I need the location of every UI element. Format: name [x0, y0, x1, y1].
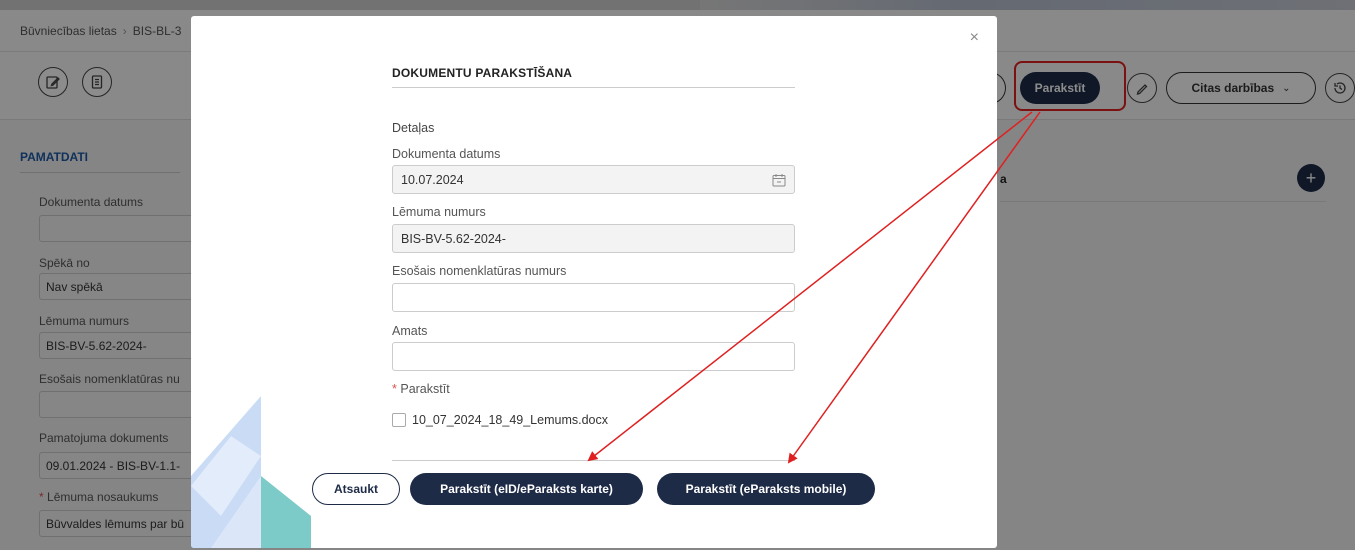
document-date-value: 10.07.2024	[401, 173, 464, 187]
document-date-label: Dokumenta datums	[392, 147, 501, 161]
sign-eid-card-button[interactable]: Parakstīt (eID/eParaksts karte)	[410, 473, 643, 505]
sign-documents-modal: × DOKUMENTU PARAKSTĪŠANA Detaļas Dokumen…	[191, 16, 997, 548]
decision-number-input[interactable]: BIS-BV-5.62-2024-	[392, 224, 795, 253]
decorative-shapes	[191, 396, 311, 548]
modal-title: DOKUMENTU PARAKSTĪŠANA	[392, 66, 573, 80]
position-label: Amats	[392, 324, 428, 338]
title-divider	[392, 87, 795, 88]
close-icon[interactable]: ×	[970, 30, 979, 46]
required-mark: *	[392, 382, 397, 396]
sign-eparaksts-mobile-button[interactable]: Parakstīt (eParaksts mobile)	[657, 473, 875, 505]
nomenclature-number-label: Esošais nomenklatūras numurs	[392, 264, 567, 278]
file-name-label[interactable]: 10_07_2024_18_49_Lemums.docx	[412, 413, 608, 427]
nomenclature-number-input[interactable]	[392, 283, 795, 312]
cancel-button[interactable]: Atsaukt	[312, 473, 400, 505]
footer-divider	[392, 460, 795, 461]
position-input[interactable]	[392, 342, 795, 371]
sign-files-label: * Parakstīt	[392, 382, 450, 396]
decision-number-label: Lēmuma numurs	[392, 205, 486, 219]
details-section-label: Detaļas	[392, 121, 435, 135]
calendar-icon[interactable]	[772, 173, 786, 187]
document-date-input[interactable]: 10.07.2024	[392, 165, 795, 194]
file-checkbox[interactable]	[392, 413, 406, 427]
